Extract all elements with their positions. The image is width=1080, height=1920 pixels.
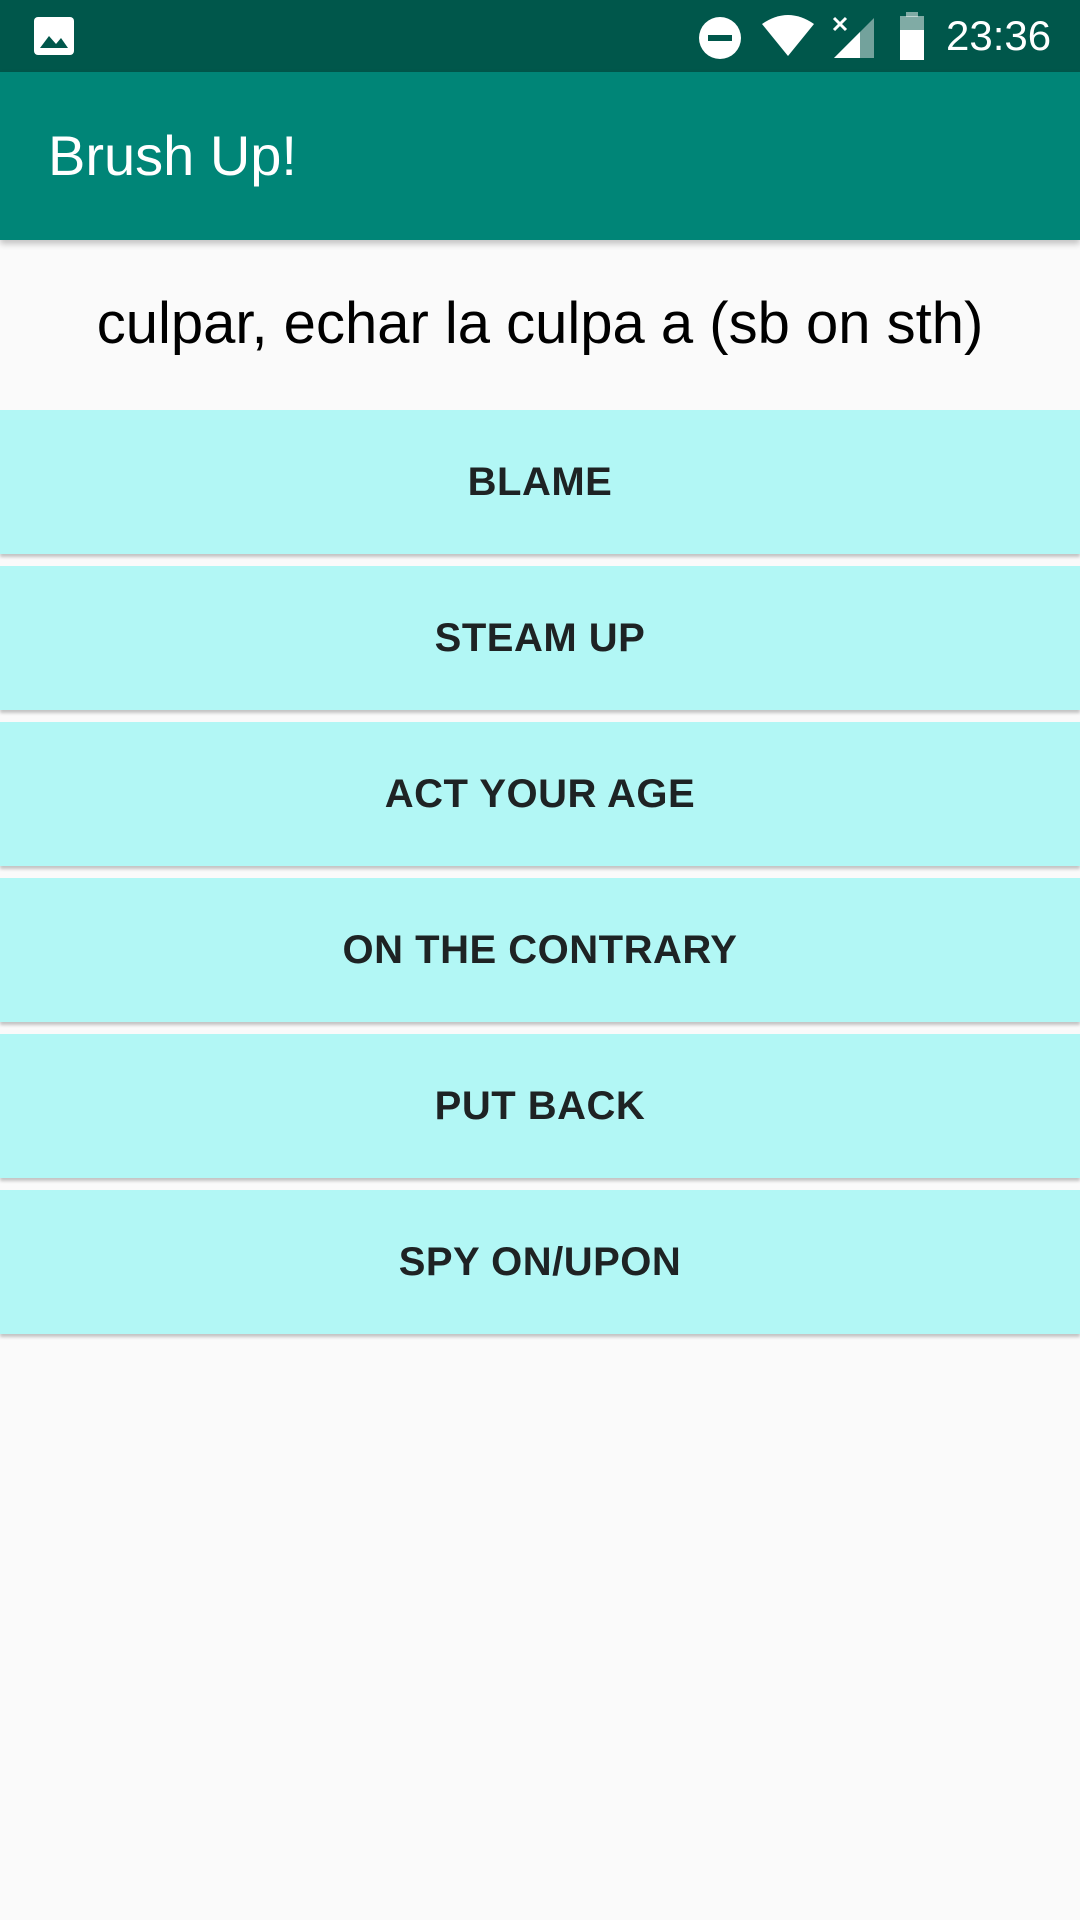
battery-icon <box>900 12 924 60</box>
question-text: culpar, echar la culpa a (sb on sth) <box>96 290 984 356</box>
answer-button-5[interactable]: PUT BACK <box>0 1034 1080 1178</box>
gallery-icon <box>34 17 74 55</box>
wifi-icon <box>762 15 814 56</box>
answer-button-4[interactable]: ON THE CONTRARY <box>0 878 1080 1022</box>
do-not-disturb-icon <box>699 17 741 59</box>
answer-list: BLAME STEAM UP ACT YOUR AGE ON THE CONTR… <box>0 410 1080 1346</box>
answer-button-1[interactable]: BLAME <box>0 410 1080 554</box>
app-bar: Brush Up! <box>0 72 1080 240</box>
app-title: Brush Up! <box>48 124 297 187</box>
answer-button-2[interactable]: STEAM UP <box>0 566 1080 710</box>
status-clock: 23:36 <box>946 12 1052 59</box>
answer-button-3[interactable]: ACT YOUR AGE <box>0 722 1080 866</box>
status-bar: 23:36 <box>0 0 1080 72</box>
answer-button-6[interactable]: SPY ON/UPON <box>0 1190 1080 1334</box>
signal-icon <box>832 16 874 58</box>
